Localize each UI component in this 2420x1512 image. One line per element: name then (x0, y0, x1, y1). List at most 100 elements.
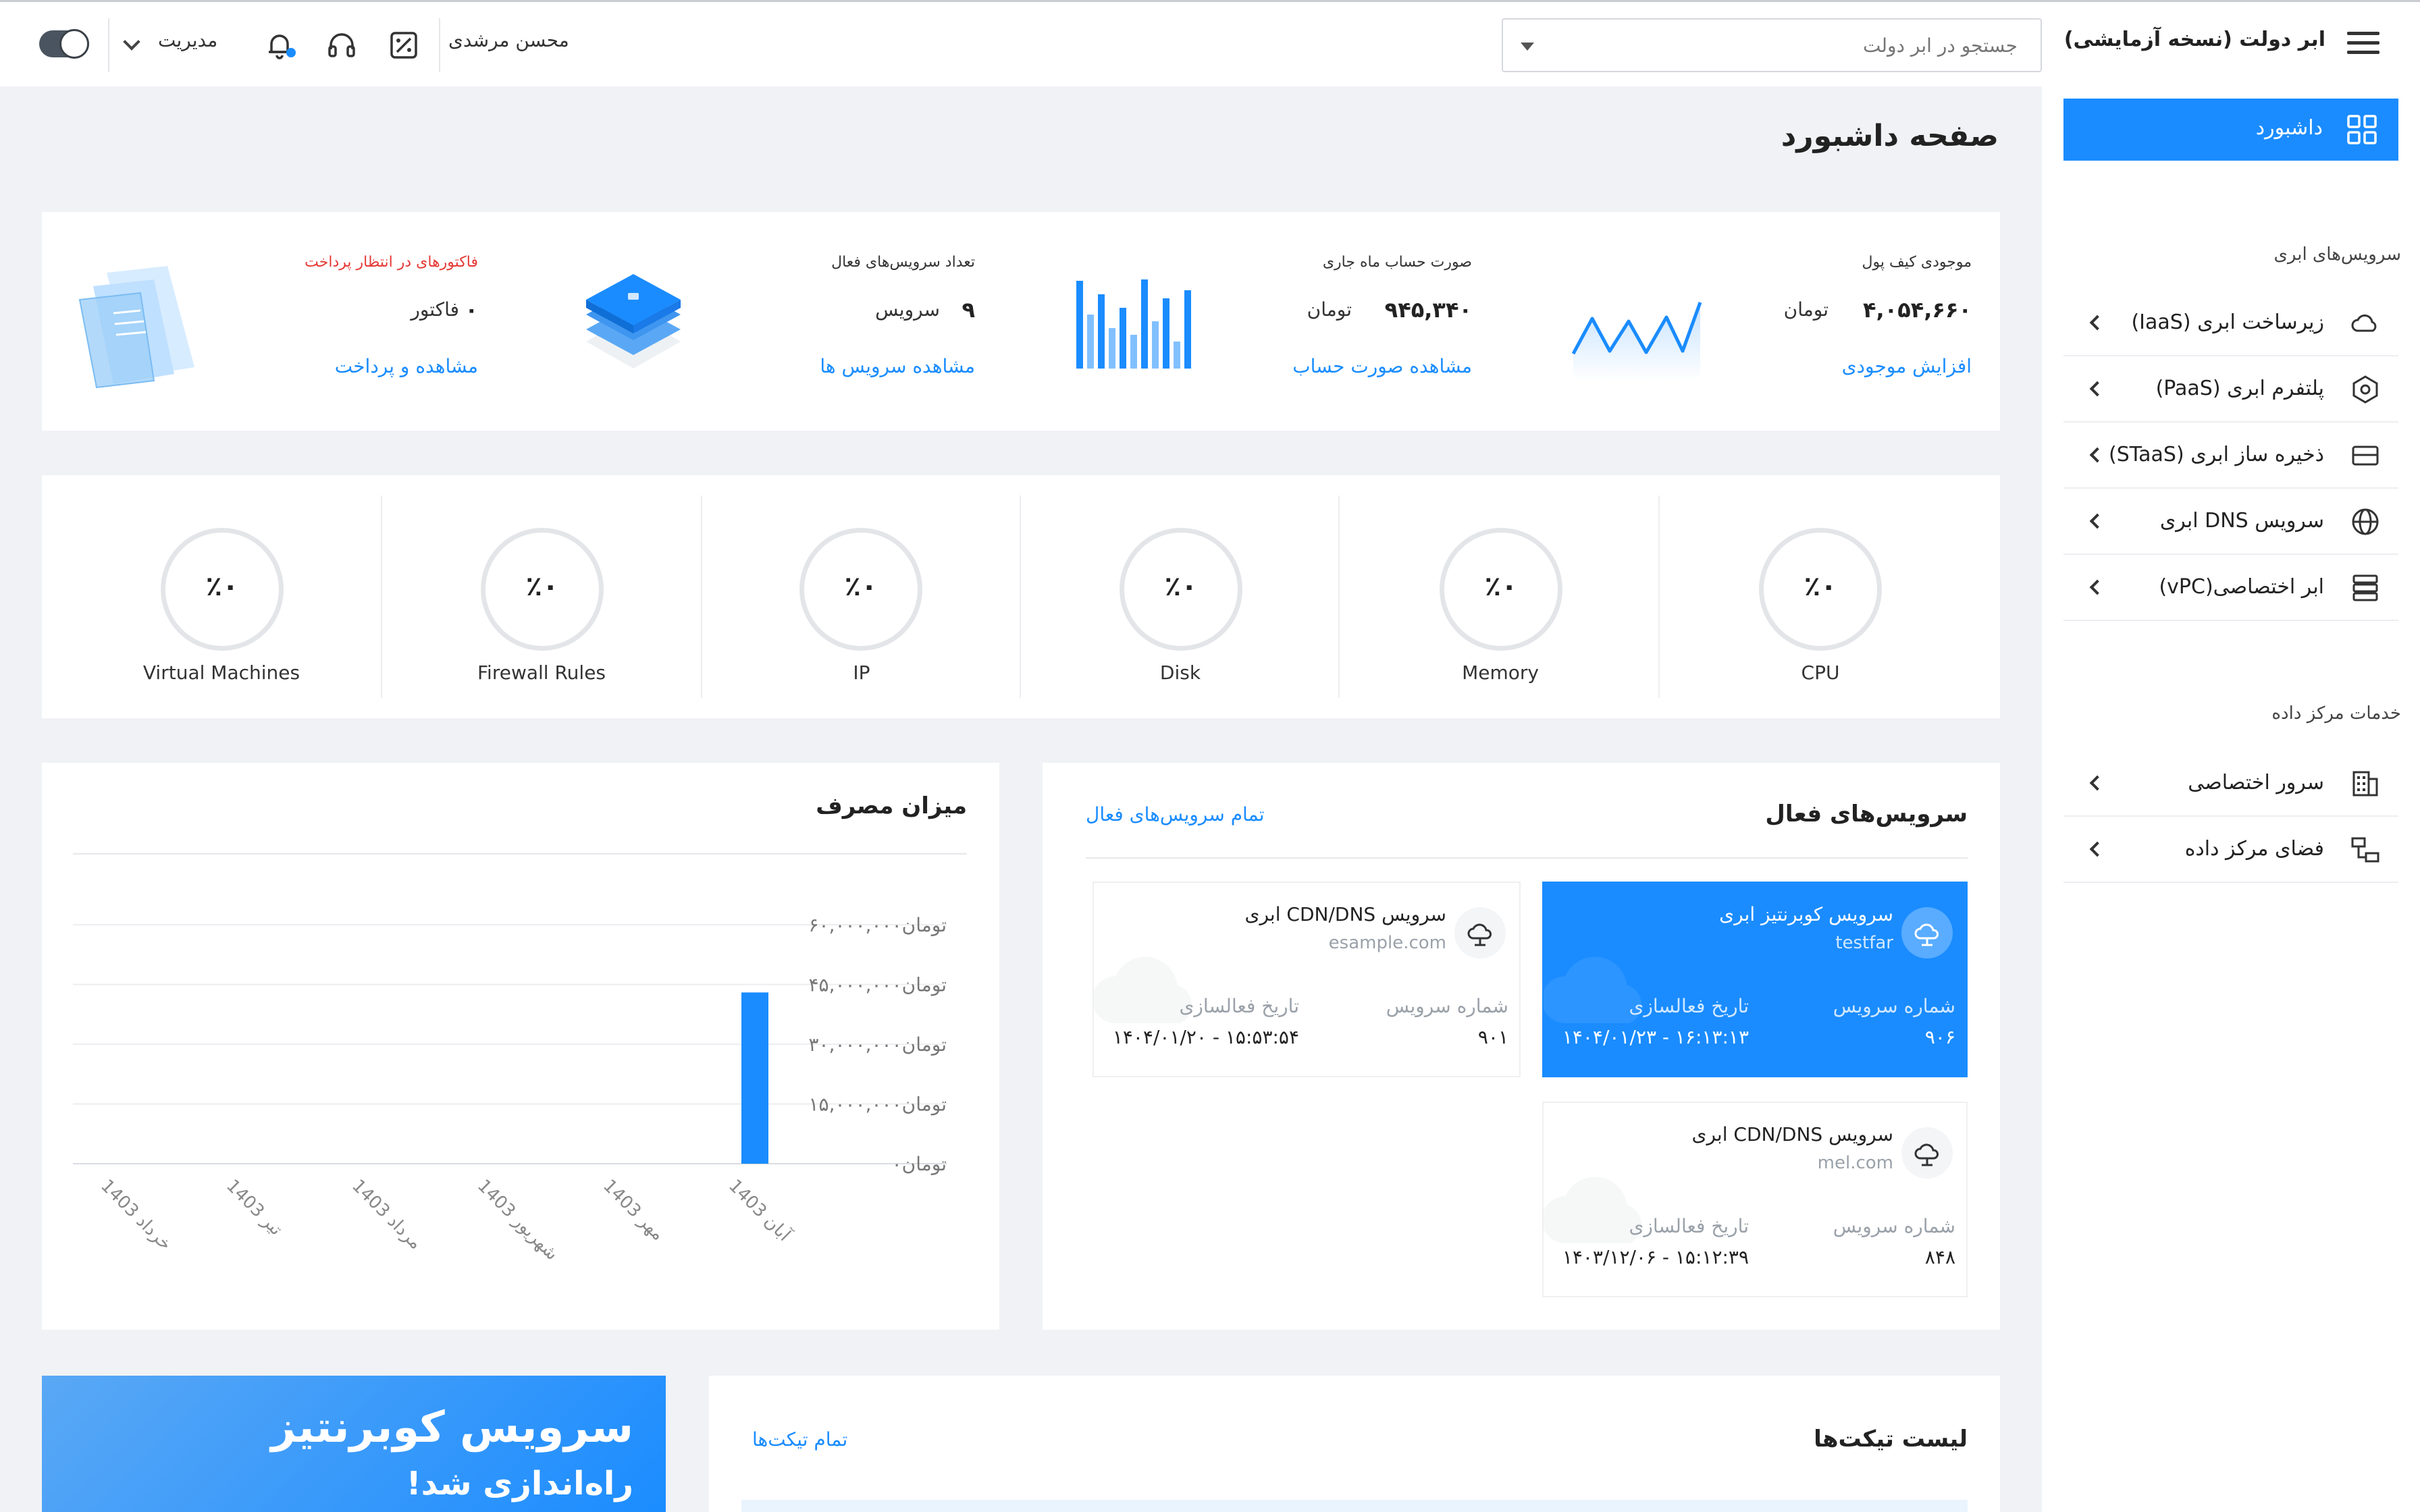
headset-support-icon[interactable] (325, 29, 358, 61)
sidebar-item-paas[interactable]: پلتفرم ابری (PaaS) (2063, 356, 2398, 423)
promo-headline: سرویس کوبرنتیز (271, 1403, 633, 1453)
x-tick-label: شهریور 1403 (473, 1176, 562, 1264)
notification-badge (286, 48, 296, 57)
theme-toggle[interactable] (39, 29, 89, 59)
service-card[interactable]: سرویس CDN/DNS ابری mel.com شماره سرویس ۸… (1542, 1102, 1968, 1297)
services-value: ۹ (962, 297, 975, 323)
activation-date: ۱۴۰۴/۰۱/۲۳ - ۱۶:۱۳:۱۳ (1562, 1026, 1749, 1048)
cpu-gauge-label: CPU (1801, 662, 1840, 684)
y-tick-label: ۳۰,۰۰۰,۰۰۰تومان (809, 1033, 947, 1056)
disk-gauge-value: ٪۰ (1164, 571, 1198, 602)
x-tick-label: خرداد 1403 (97, 1176, 176, 1255)
server-stack-icon (2350, 572, 2381, 603)
pending-invoices-title: فاکتورهای در انتظار پرداخت (305, 254, 478, 271)
active-services-card: سرویس‌های فعال تمام سرویس‌های فعال سرویس… (1043, 763, 2000, 1330)
services-title: تعداد سرویس‌های فعال (831, 254, 975, 271)
active-services-title: سرویس‌های فعال (1765, 801, 1968, 828)
all-tickets-link[interactable]: تمام تیکت‌ها (752, 1428, 847, 1451)
sidebar-item-label: ذخیره ساز ابری (STaaS) (2109, 443, 2324, 466)
chevron-left-icon (2089, 579, 2105, 595)
cloud-icon (2350, 308, 2381, 339)
service-number-label: شماره سرویس (1833, 1215, 1955, 1237)
sidebar-section-title: سرویس‌های ابری (2273, 244, 2401, 265)
bar-chart-icon (1068, 274, 1203, 375)
sidebar-item-dashboard[interactable]: داشبورد (2063, 99, 2398, 161)
user-name[interactable]: محسن مرشدی (448, 29, 569, 51)
view-and-pay-link[interactable]: مشاهده و پرداخت (335, 355, 478, 377)
divider (1086, 857, 1968, 859)
chevron-left-icon (2089, 513, 2105, 529)
service-name: سرویس CDN/DNS ابری (1691, 1123, 1893, 1145)
activation-date-label: تاریخ فعالسازی (1179, 995, 1299, 1017)
activation-date-label: تاریخ فعالسازی (1629, 995, 1749, 1017)
sidebar-item-label: داشبورد (2255, 116, 2323, 140)
cloud-service-icon (1901, 907, 1953, 959)
service-name: سرویس کوبرنتیز ابری (1719, 903, 1893, 925)
layers-stack-icon (566, 254, 701, 389)
kubernetes-promo-banner[interactable]: سرویس کوبرنتیز راه‌اندازی شد! (42, 1376, 666, 1512)
virtual-machines-gauge-value: ٪۰ (205, 571, 239, 602)
y-tick-label: ۰تومان (892, 1153, 947, 1175)
usage-bar[interactable] (741, 992, 768, 1164)
activation-date: ۱۴۰۴/۰۱/۲۰ - ۱۵:۵۳:۵۴ (1112, 1026, 1299, 1048)
hamburger-menu-icon[interactable] (2347, 32, 2379, 59)
receipt-icon (66, 259, 208, 394)
dashboard-grid-icon (2346, 113, 2378, 146)
tickets-table-header (741, 1500, 1968, 1512)
y-tick-label: ۴۵,۰۰۰,۰۰۰تومان (809, 974, 947, 996)
sidebar-item-label: ابر اختصاصی(vPC) (2159, 575, 2324, 599)
x-tick-label: آبان 1403 (725, 1174, 796, 1246)
virtual-machines-gauge-label: Virtual Machines (142, 662, 300, 684)
toggle-knob (59, 29, 89, 59)
top-bar: ابر دولت (نسخه آزمایشی) محسن مرشدی مدیری… (0, 0, 2420, 86)
usage-chart-card: میزان مصرف ۰تومان ۱۵,۰۰۰,۰۰۰تومان ۳۰,۰۰۰,۰… (42, 763, 999, 1330)
sidebar-item-datacenter-space[interactable]: فضای مرکز داده (2063, 817, 2398, 883)
service-card[interactable]: سرویس کوبرنتیز ابری testfar شماره سرویس … (1542, 882, 1968, 1077)
firewall-rules-gauge-value: ٪۰ (525, 571, 559, 602)
view-invoice-link[interactable]: مشاهده صورت حساب (1292, 355, 1472, 377)
view-services-link[interactable]: مشاهده سرویس ها (820, 355, 975, 377)
all-active-services-link[interactable]: تمام سرویس‌های فعال (1086, 803, 1265, 826)
service-host: mel.com (1817, 1153, 1893, 1173)
service-number-label: شماره سرویس (1386, 995, 1508, 1017)
pending-invoices-value: ۰ (465, 297, 478, 323)
wallet-title: موجودی کیف پول (1862, 254, 1972, 271)
line-trend-icon (1568, 286, 1703, 381)
service-name: سرویس CDN/DNS ابری (1244, 903, 1446, 925)
page-title: صفحه داشبورد (1781, 119, 1999, 153)
sidebar-item-label: فضای مرکز داده (2184, 837, 2324, 861)
building-icon (2350, 768, 2381, 799)
sidebar-item-vpc[interactable]: ابر اختصاصی(vPC) (2063, 555, 2398, 621)
sidebar-item-iaas[interactable]: زیرساخت ابری (IaaS) (2063, 290, 2398, 356)
chevron-down-icon[interactable] (123, 33, 140, 51)
increase-balance-link[interactable]: افزایش موجودی (1842, 355, 1972, 377)
search-dropdown-caret-icon[interactable] (1521, 43, 1534, 51)
x-tick-label: تیر 1403 (222, 1176, 286, 1240)
hexagon-icon (2350, 374, 2381, 405)
firewall-rules-gauge-label: Firewall Rules (477, 662, 606, 684)
sidebar-item-staas[interactable]: ذخیره ساز ابری (STaaS) (2063, 423, 2398, 489)
chevron-left-icon (2089, 381, 2105, 397)
sidebar-section-title: خدمات مرکز داده (2271, 703, 2401, 724)
service-host: esample.com (1328, 933, 1446, 953)
storage-icon (2350, 440, 2381, 471)
service-host: testfar (1835, 933, 1893, 953)
x-tick-label: مرداد 1403 (348, 1176, 425, 1253)
x-tick-label: مهر 1403 (599, 1176, 668, 1245)
sidebar-item-dedicated-server[interactable]: سرور اختصاصی (2063, 751, 2398, 817)
service-card[interactable]: سرویس CDN/DNS ابری esample.com شماره سرو… (1093, 882, 1521, 1077)
search-input[interactable] (1544, 20, 2030, 71)
services-unit: سرویس (875, 298, 940, 321)
sidebar-item-dns[interactable]: سرویس DNS ابری (2063, 489, 2398, 555)
activation-date-label: تاریخ فعالسازی (1629, 1215, 1749, 1237)
role-selector[interactable]: مدیریت (158, 29, 217, 51)
service-number-label: شماره سرویس (1833, 995, 1955, 1017)
service-number: ۹۰۱ (1477, 1026, 1508, 1048)
resource-usage-card: ٪۰ CPU ٪۰ Memory ٪۰ Disk ٪۰ IP ٪۰ Firewa… (42, 475, 2000, 718)
sidebar-item-label: سرویس DNS ابری (2159, 509, 2324, 533)
app-title: ابر دولت (نسخه آزمایشی) (2063, 28, 2325, 51)
promo-subheadline: راه‌اندازی شد! (406, 1465, 633, 1503)
divider (108, 18, 109, 72)
search-box[interactable] (1502, 18, 2042, 72)
discount-icon[interactable] (388, 29, 420, 61)
